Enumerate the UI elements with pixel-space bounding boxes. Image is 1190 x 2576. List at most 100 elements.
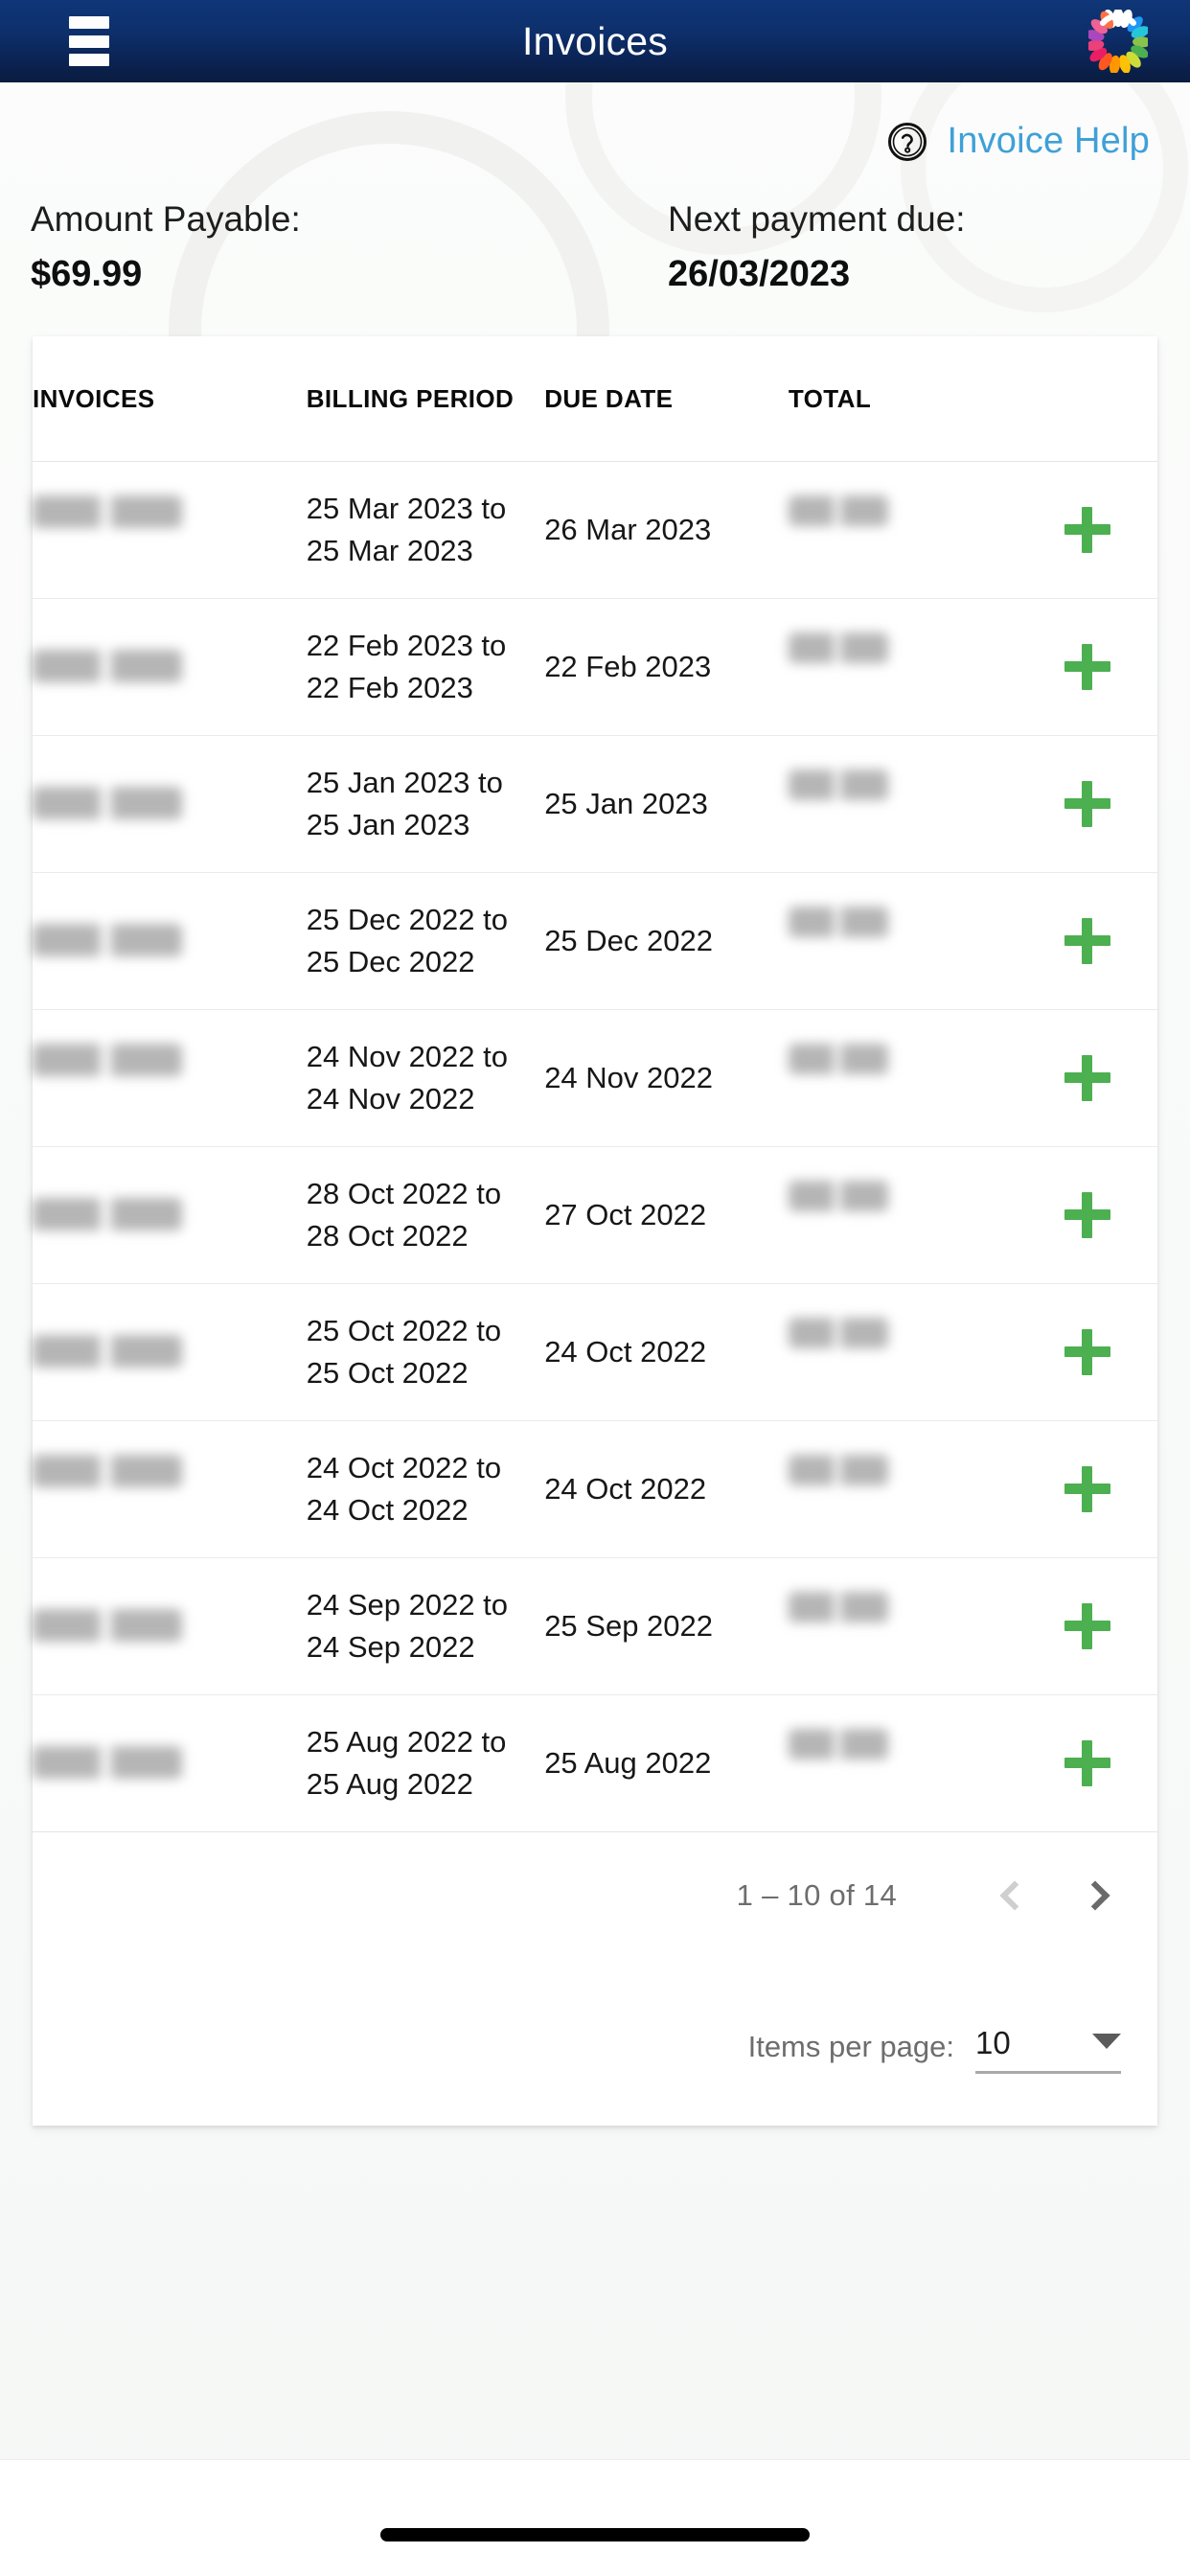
redacted-invoice-number: ███████ [33,786,182,819]
paginator-range-row: 1 – 10 of 14 [33,1832,1121,1959]
items-per-page-label: Items per page: [747,2029,954,2063]
redacted-invoice-number: ███████ [33,1197,182,1230]
cell-expand-action [1026,1694,1157,1832]
cell-due-date: 25 Aug 2022 [544,1694,789,1832]
plus-icon[interactable] [1064,1191,1110,1238]
cell-total: ███ ██ [788,598,1027,736]
chevron-left-icon[interactable] [989,1870,1041,1921]
plus-icon[interactable] [1064,780,1110,827]
table-row[interactable]: ███████ 24 Sep 2022 to 24 Sep 202225 Sep … [33,1557,1157,1695]
paginator-range-label: 1 – 10 of 14 [736,1877,897,1912]
table-row[interactable]: ██ ██████ 25 Mar 2023 to 25 Mar 202326 Ma… [33,461,1157,599]
cell-invoice-number: ████████ [33,872,307,1010]
table-row[interactable]: ████████ 25 Oct 2022 to 25 Oct 202224 Oct… [33,1283,1157,1421]
cell-total: ███ ██ [788,1694,1027,1832]
payment-summary: Amount Payable: $69.99 Next payment due:… [0,162,1190,294]
cell-total: ███ ██ [788,1009,1027,1147]
plus-icon[interactable] [1064,1328,1110,1375]
column-header-billing-period[interactable]: BILLING PERIOD [306,336,545,462]
cell-total: ███ ██ [788,1557,1027,1695]
redacted-invoice-number: ████████ [33,649,182,682]
amount-payable-value: $69.99 [31,253,143,294]
cell-total: ███ ██ [788,461,1027,599]
hamburger-bar [69,54,109,66]
table-row[interactable]: ██████ █ 24 Oct 2022 to 24 Oct 202224 Oct… [33,1420,1157,1558]
cell-invoice-number: ██ ██████ [33,461,307,599]
hamburger-bar [69,34,109,48]
cell-total: ███ ██ [788,1283,1027,1421]
column-header-invoices[interactable]: INVOICES [33,336,307,462]
cell-due-date: 22 Feb 2023 [544,598,789,736]
cell-invoice-number: ████████ [33,1283,307,1421]
redacted-total: ███ ██ [788,1729,888,1760]
cell-expand-action [1026,461,1157,599]
plus-icon[interactable] [1064,917,1110,964]
plus-icon[interactable] [1064,1465,1110,1512]
cell-expand-action [1026,1283,1157,1421]
plus-icon[interactable] [1064,1739,1110,1786]
plus-icon[interactable] [1064,643,1110,690]
invoices-screen: Invoices Invoice Help Amount Payable: $6… [0,0,1190,2576]
redacted-invoice-number: ██ █████ [33,1044,182,1077]
cell-due-date: 27 Oct 2022 [544,1146,789,1284]
paginator-items-per-page-row: Items per page: 10 [33,1959,1121,2082]
next-payment-due-label: Next payment due: [668,199,966,239]
cell-due-date: 24 Oct 2022 [544,1283,789,1421]
plus-icon[interactable] [1064,506,1110,553]
cell-billing-period: 25 Aug 2022 to 25 Aug 2022 [306,1694,545,1832]
cell-due-date: 25 Dec 2022 [544,872,789,1010]
invoice-help-link[interactable]: Invoice Help [947,121,1150,162]
cell-due-date: 24 Oct 2022 [544,1420,789,1558]
redacted-total: ███ ██ [788,770,888,801]
cell-total: ███ ██ [788,735,1027,873]
app-header: Invoices [0,0,1190,82]
redacted-total: ███ ██ [788,632,888,664]
hamburger-bar [69,16,109,29]
table-row[interactable]: ████████ 22 Feb 2023 to 22 Feb 202322 Feb… [33,598,1157,736]
table-header-row: INVOICES BILLING PERIOD DUE DATE TOTAL [33,336,1157,462]
cell-expand-action [1026,598,1157,736]
column-header-due-date[interactable]: DUE DATE [544,336,789,462]
redacted-invoice-number: ██████ █ [33,1455,182,1488]
cell-total: ███ ██ [788,1146,1027,1284]
cell-invoice-number: ████████ [33,1694,307,1832]
question-mark-circle-icon[interactable] [887,122,927,162]
cell-due-date: 26 Mar 2023 [544,461,789,599]
table-row[interactable]: ████████ 25 Dec 2022 to 25 Dec 202225 Dec… [33,872,1157,1010]
table-row[interactable]: ███████ 28 Oct 2022 to 28 Oct 202227 Oct … [33,1146,1157,1284]
cell-expand-action [1026,1420,1157,1558]
redacted-invoice-number: ███████ [33,1608,182,1642]
brand-petal-ring-logo[interactable] [1085,8,1152,75]
cell-expand-action [1026,1557,1157,1695]
home-indicator[interactable] [380,2528,810,2542]
items-per-page-value: 10 [975,2024,1011,2060]
hamburger-menu-icon[interactable] [69,16,109,66]
cell-due-date: 25 Sep 2022 [544,1557,789,1695]
cell-invoice-number: ██████ █ [33,1420,307,1558]
chevron-down-icon [1092,2033,1121,2049]
column-header-total[interactable]: TOTAL [788,336,1027,462]
items-per-page-select[interactable]: 10 [975,2025,1121,2074]
invoices-card: INVOICES BILLING PERIOD DUE DATE TOTAL █… [33,336,1157,2126]
table-row[interactable]: ██ █████ 24 Nov 2022 to 24 Nov 202224 Nov… [33,1009,1157,1147]
redacted-total: ███ ██ [788,1455,888,1486]
plus-icon[interactable] [1064,1054,1110,1101]
cell-expand-action [1026,735,1157,873]
cell-billing-period: 24 Oct 2022 to 24 Oct 2022 [306,1420,545,1558]
redacted-total: ███ ██ [788,1044,888,1075]
table-row[interactable]: ███████ 25 Jan 2023 to 25 Jan 202325 Jan … [33,735,1157,873]
cell-billing-period: 28 Oct 2022 to 28 Oct 2022 [306,1146,545,1284]
plus-icon[interactable] [1064,1602,1110,1649]
cell-invoice-number: ███████ [33,1557,307,1695]
cell-expand-action [1026,1009,1157,1147]
column-header-actions [1026,336,1157,462]
cell-total: ███ ██ [788,872,1027,1010]
device-bottom-bar [0,2459,1190,2576]
page-title: Invoices [521,19,668,63]
table-row[interactable]: ████████ 25 Aug 2022 to 25 Aug 202225 Aug… [33,1694,1157,1832]
chevron-right-icon[interactable] [1069,1870,1121,1921]
cell-billing-period: 24 Sep 2022 to 24 Sep 2022 [306,1557,545,1695]
cell-invoice-number: ██ █████ [33,1009,307,1147]
invoices-table: INVOICES BILLING PERIOD DUE DATE TOTAL █… [33,336,1157,1832]
cell-invoice-number: ███████ [33,1146,307,1284]
